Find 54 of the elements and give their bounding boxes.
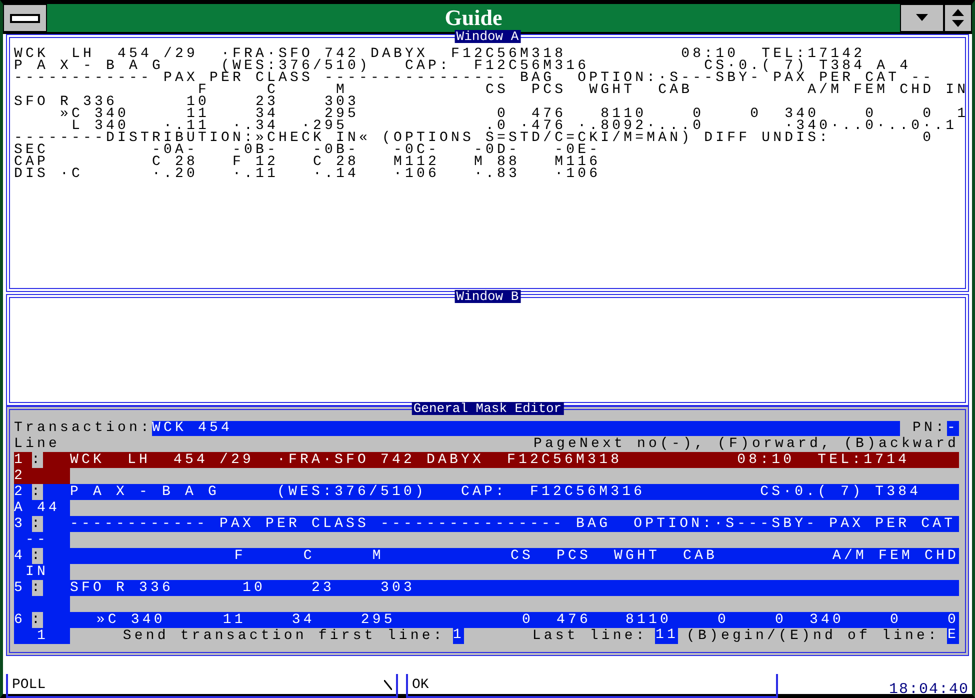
restore-button[interactable] <box>944 4 972 32</box>
terminal-line: SFO R 336 10 23 303 <box>14 96 360 108</box>
line-field[interactable]: P A X - B A G (WES:376/510) CAP: F12C56M316 CS·0.( 7) T384 <box>70 484 959 500</box>
minimize-button[interactable] <box>900 4 944 32</box>
terminal-line: DIS ·C ·.20 ·.11 ·.14 ·106 ·.83 ·106 <box>14 168 601 180</box>
line-number: 1 <box>14 452 26 468</box>
line-number: 6 <box>14 612 26 628</box>
terminal-line: L 340 ·.11 ·.34 ·295 .0 ·476 ·.8092·...0 ·340·..0·..0·.1 <box>72 120 958 132</box>
transaction-label: Transaction: <box>14 420 152 436</box>
continuation-cell: -- <box>14 532 70 548</box>
continuation-cell: IN <box>14 564 70 580</box>
pn-field[interactable]: - <box>947 420 959 436</box>
system-menu-button[interactable] <box>3 4 47 32</box>
first-line-label: Send transaction first line: <box>122 628 445 644</box>
down-triangle-icon <box>916 14 928 22</box>
continuation-cell: A 44 <box>14 500 70 516</box>
terminal-line: SEC -0A- -0B- -0B- -0C- -0D- -0E- <box>14 144 601 156</box>
terminal-line: --------DISTRIBUTION:»CHECK IN« (OPTIONS S=STD/C=CKI/M=MAN) DIFF UNDIS: 0 <box>14 132 934 144</box>
terminal-line: P A X - B A G (WES:376/510) CAP: F12C56M316 CS·0.( 7) T384 A 4 <box>14 60 912 72</box>
terminal-line: WCK LH 454 /29 ·FRA·SFO 742 DABYX F12C56M318 08:10 TEL:17142 <box>14 48 866 60</box>
last-line-label: Last line: <box>532 628 648 644</box>
line-field[interactable]: SFO R 336 10 23 303 <box>70 580 959 596</box>
command-field[interactable]: POLL <box>6 674 398 698</box>
terminal-line: CAP C 28 F 12 C 28 M112 M 88 M116 <box>14 156 601 168</box>
line-label: Line <box>14 436 60 452</box>
terminal-line: ------------ PAX PER CLASS ---------------- BAG OPTION:·S---SBY- PAX PER CAT -- <box>14 72 934 84</box>
line-field[interactable]: F C M CS PCS WGHT CAB A/M FEM CHD <box>50 548 959 564</box>
transaction-field[interactable]: WCK 454 <box>152 420 900 436</box>
first-line-field[interactable]: 1 <box>452 628 464 644</box>
line-number: 2 <box>14 484 26 500</box>
line-number: 4 <box>14 548 26 564</box>
response-field[interactable]: OK <box>406 674 778 698</box>
command-text: POLL <box>12 677 46 693</box>
continuation-cell: 1 <box>14 628 70 644</box>
pn-label: PN: <box>912 420 947 436</box>
terminal-line: F C M CS PCS WGHT CAB A/M FEM CHD IN <box>198 84 969 96</box>
line-number: 3 <box>14 516 26 532</box>
begin-end-field[interactable]: E <box>947 628 959 644</box>
line-field[interactable]: ------------ PAX PER CLASS ---------------- BAG OPTION:·S---SBY- PAX PER CAT <box>70 516 959 532</box>
continuation-cell: 2 <box>14 468 70 484</box>
paging-hint: PageNext no(-), (F)orward, (B)ackward <box>533 436 959 452</box>
begin-end-label: (B)egin/(E)nd of line: <box>686 628 940 644</box>
last-line-field[interactable]: 11 <box>655 628 678 644</box>
terminal-line: »C 340 11 34 295 0 476 8110 0 0 340 0 0 1 <box>59 108 969 120</box>
pane-title: General Mask Editor <box>411 402 564 415</box>
line-field[interactable]: »C 340 11 34 295 0 476 8110 0 0 340 0 0 <box>50 612 959 628</box>
pane-title: Window A <box>454 30 521 43</box>
line-number: 5 <box>14 580 26 596</box>
pane-title: Window B <box>454 290 521 303</box>
selected-line-field[interactable]: WCK LH 454 /29 ·FRA·SFO 742 DABYX F12C56M318 08:10 TEL:1714 <box>70 452 959 468</box>
window-title: Guide <box>444 5 504 30</box>
up-down-arrows-icon <box>952 9 964 27</box>
diagonal-line-icon <box>384 680 392 690</box>
clock-time: 18:04:40 <box>888 681 969 698</box>
